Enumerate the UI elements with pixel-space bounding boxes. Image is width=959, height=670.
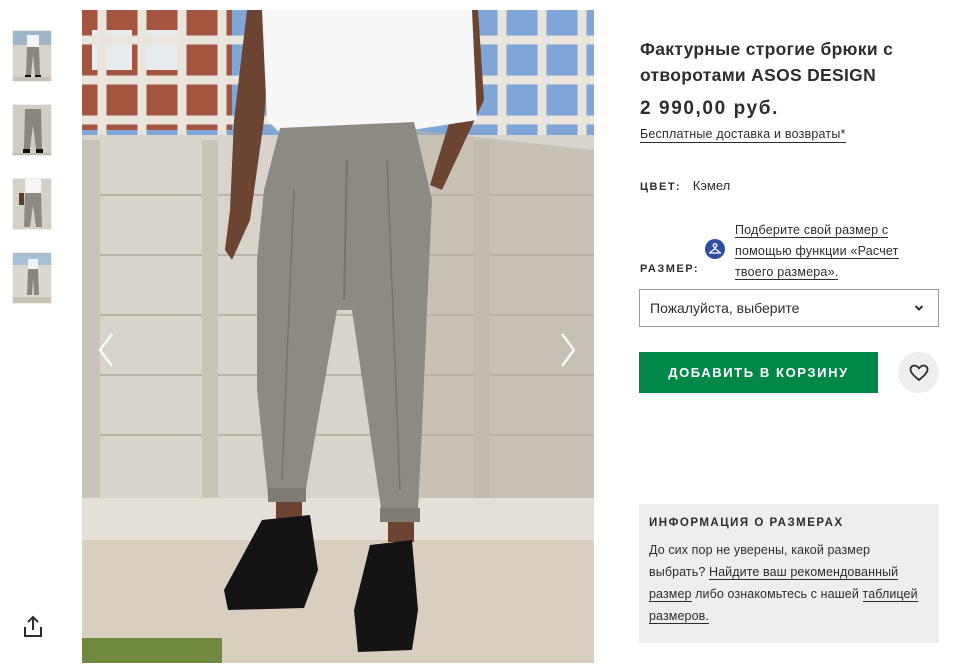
color-value: Кэмел [692, 178, 731, 193]
product-price: 2 990,00 руб. [640, 98, 779, 119]
chevron-right-icon [561, 333, 576, 367]
chevron-down-icon [914, 305, 924, 311]
size-dropdown[interactable]: Пожалуйста, выберите [639, 289, 939, 327]
color-row: ЦВЕТ: Кэмел [640, 178, 730, 193]
chevron-left-icon [98, 333, 113, 367]
fit-assistant-icon-badge[interactable] [705, 239, 725, 259]
thumbnail-2[interactable] [12, 104, 52, 156]
product-photo [82, 10, 594, 663]
size-info-text: До сих пор не уверены, какой размер выбр… [649, 539, 929, 627]
product-info: Фактурные строгие брюки с отворотами ASO… [640, 36, 940, 143]
wishlist-button[interactable] [898, 352, 939, 393]
thumbnail-1[interactable] [12, 30, 52, 82]
share-icon [24, 615, 42, 637]
thumbnail-image [13, 31, 51, 81]
thumbnail-image [13, 253, 51, 303]
previous-image-button[interactable] [94, 330, 120, 370]
heart-icon [909, 364, 928, 381]
size-info-panel: ИНФОРМАЦИЯ О РАЗМЕРАХ До сих пор не увер… [639, 504, 939, 643]
next-image-button[interactable] [554, 330, 580, 370]
hanger-icon [708, 243, 722, 254]
product-title: Фактурные строгие брюки с отворотами ASO… [640, 39, 894, 85]
size-label: РАЗМЕР: [640, 263, 700, 275]
thumbnail-image [13, 179, 51, 229]
thumbnail-image [13, 105, 51, 155]
thumbnail-4[interactable] [12, 252, 52, 304]
size-info-text-2: либо ознакомьтесь с нашей [691, 587, 863, 601]
thumbnail-list [12, 30, 52, 326]
thumbnail-3[interactable] [12, 178, 52, 230]
product-image-gallery [82, 10, 594, 663]
share-button[interactable] [22, 615, 44, 639]
fit-assistant-link[interactable]: Подберите свой размер с помощью функции … [735, 220, 925, 283]
fit-assistant-link-text: Подберите свой размер с помощью функции … [735, 223, 899, 280]
color-label: ЦВЕТ: [640, 181, 682, 193]
size-info-heading: ИНФОРМАЦИЯ О РАЗМЕРАХ [649, 517, 844, 529]
size-dropdown-value: Пожалуйста, выберите [650, 300, 800, 316]
delivery-returns-link[interactable]: Бесплатные доставка и возвраты* [640, 127, 846, 143]
add-to-cart-button[interactable]: ДОБАВИТЬ В КОРЗИНУ [639, 352, 878, 393]
